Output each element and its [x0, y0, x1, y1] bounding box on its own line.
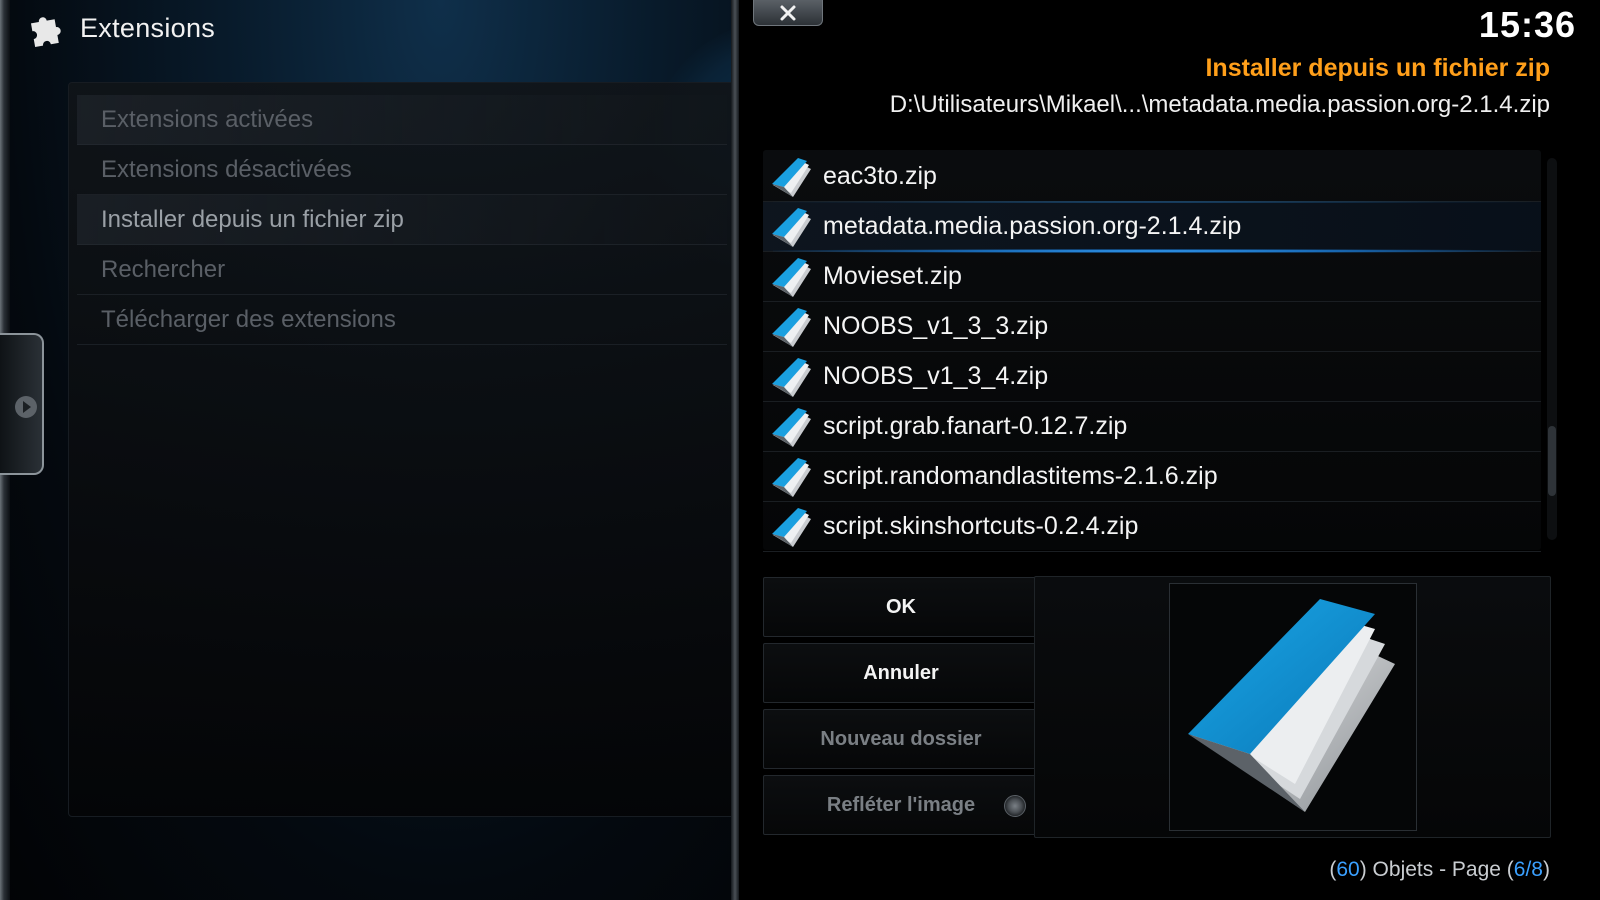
file-list-scrollbar[interactable] [1547, 158, 1557, 540]
footer-close-paren: ) [1543, 858, 1550, 881]
current-path: D:\Utilisateurs\Mikael\...\metadata.medi… [889, 91, 1550, 118]
file-list-item[interactable]: NOOBS_v1_3_3.zip [763, 302, 1541, 352]
install-zip-dialog: 15:36 Installer depuis un fichier zip D:… [739, 0, 1600, 900]
clock: 15:36 [1478, 4, 1576, 45]
file-name: script.skinshortcuts-0.2.4.zip [823, 512, 1139, 540]
zip-file-icon [772, 507, 811, 547]
zip-file-icon [772, 457, 811, 497]
file-list: eac3to.zip metadata.media.passion.org-2.1… [763, 152, 1541, 552]
zip-file-icon [772, 257, 811, 297]
file-name: script.grab.fanart-0.12.7.zip [823, 412, 1128, 440]
footer-status: (60) Objets - Page (6/8) [1329, 858, 1550, 882]
page-title: Extensions [80, 12, 216, 43]
file-name: eac3to.zip [823, 162, 937, 190]
flip-image-toggle[interactable]: Refléter l'image [763, 775, 1039, 835]
preview-frame [1169, 583, 1417, 831]
file-name: NOOBS_v1_3_3.zip [823, 312, 1049, 340]
file-list-item[interactable]: script.grab.fanart-0.12.7.zip [763, 402, 1541, 452]
file-list-item[interactable]: metadata.media.passion.org-2.1.4.zip [763, 201, 1541, 253]
pane-divider [731, 0, 739, 900]
puzzle-icon [30, 17, 61, 47]
file-name: metadata.media.passion.org-2.1.4.zip [823, 212, 1242, 240]
menu-item-search[interactable]: Rechercher [77, 245, 727, 295]
scrollbar-thumb[interactable] [1548, 426, 1556, 496]
side-menu-tab[interactable] [0, 333, 44, 475]
zip-file-icon [772, 207, 811, 247]
close-icon [780, 5, 796, 20]
file-name: Movieset.zip [823, 262, 962, 290]
footer-objects-text: ) Objets - Page ( [1359, 858, 1514, 881]
file-list-item[interactable]: script.randomandlastitems-2.1.6.zip [763, 452, 1541, 502]
menu-panel: Extensions activées Extensions désactivé… [68, 82, 735, 817]
zip-file-icon [772, 407, 811, 447]
menu-item-install-from-zip[interactable]: Installer depuis un fichier zip [77, 195, 727, 245]
dialog-heading: Installer depuis un fichier zip [1205, 54, 1550, 82]
radio-indicator-icon [1004, 795, 1026, 817]
zip-file-icon [772, 357, 811, 397]
file-list-item[interactable]: Movieset.zip [763, 252, 1541, 302]
menu-item-download-extensions[interactable]: Télécharger des extensions [77, 295, 727, 345]
menu-list: Extensions activées Extensions désactivé… [77, 95, 727, 345]
chevron-right-icon [15, 396, 37, 418]
preview-panel [1034, 576, 1551, 838]
file-name: NOOBS_v1_3_4.zip [823, 362, 1049, 390]
extensions-window: Extensions Extensions activées Extension… [0, 0, 735, 900]
file-list-item[interactable]: script.skinshortcuts-0.2.4.zip [763, 502, 1541, 552]
flip-image-label: Refléter l'image [826, 793, 976, 816]
menu-item-disabled-extensions[interactable]: Extensions désactivées [77, 145, 727, 195]
file-name: script.randomandlastitems-2.1.6.zip [823, 462, 1218, 490]
file-list-item[interactable]: NOOBS_v1_3_4.zip [763, 352, 1541, 402]
ok-button[interactable]: OK [763, 577, 1039, 637]
zip-file-icon [772, 307, 811, 347]
window-header: Extensions [24, 6, 215, 50]
file-list-panel: eac3to.zip metadata.media.passion.org-2.1… [763, 150, 1541, 552]
page-indicator: 6/8 [1513, 858, 1543, 881]
cancel-button[interactable]: Annuler [763, 643, 1039, 703]
zip-file-icon [772, 157, 811, 197]
zip-file-preview-icon [1188, 599, 1395, 812]
item-count: 60 [1336, 858, 1360, 881]
menu-item-enabled-extensions[interactable]: Extensions activées [77, 95, 727, 145]
close-button[interactable] [753, 0, 823, 26]
new-folder-button[interactable]: Nouveau dossier [763, 709, 1039, 769]
file-list-item[interactable]: eac3to.zip [763, 152, 1541, 202]
